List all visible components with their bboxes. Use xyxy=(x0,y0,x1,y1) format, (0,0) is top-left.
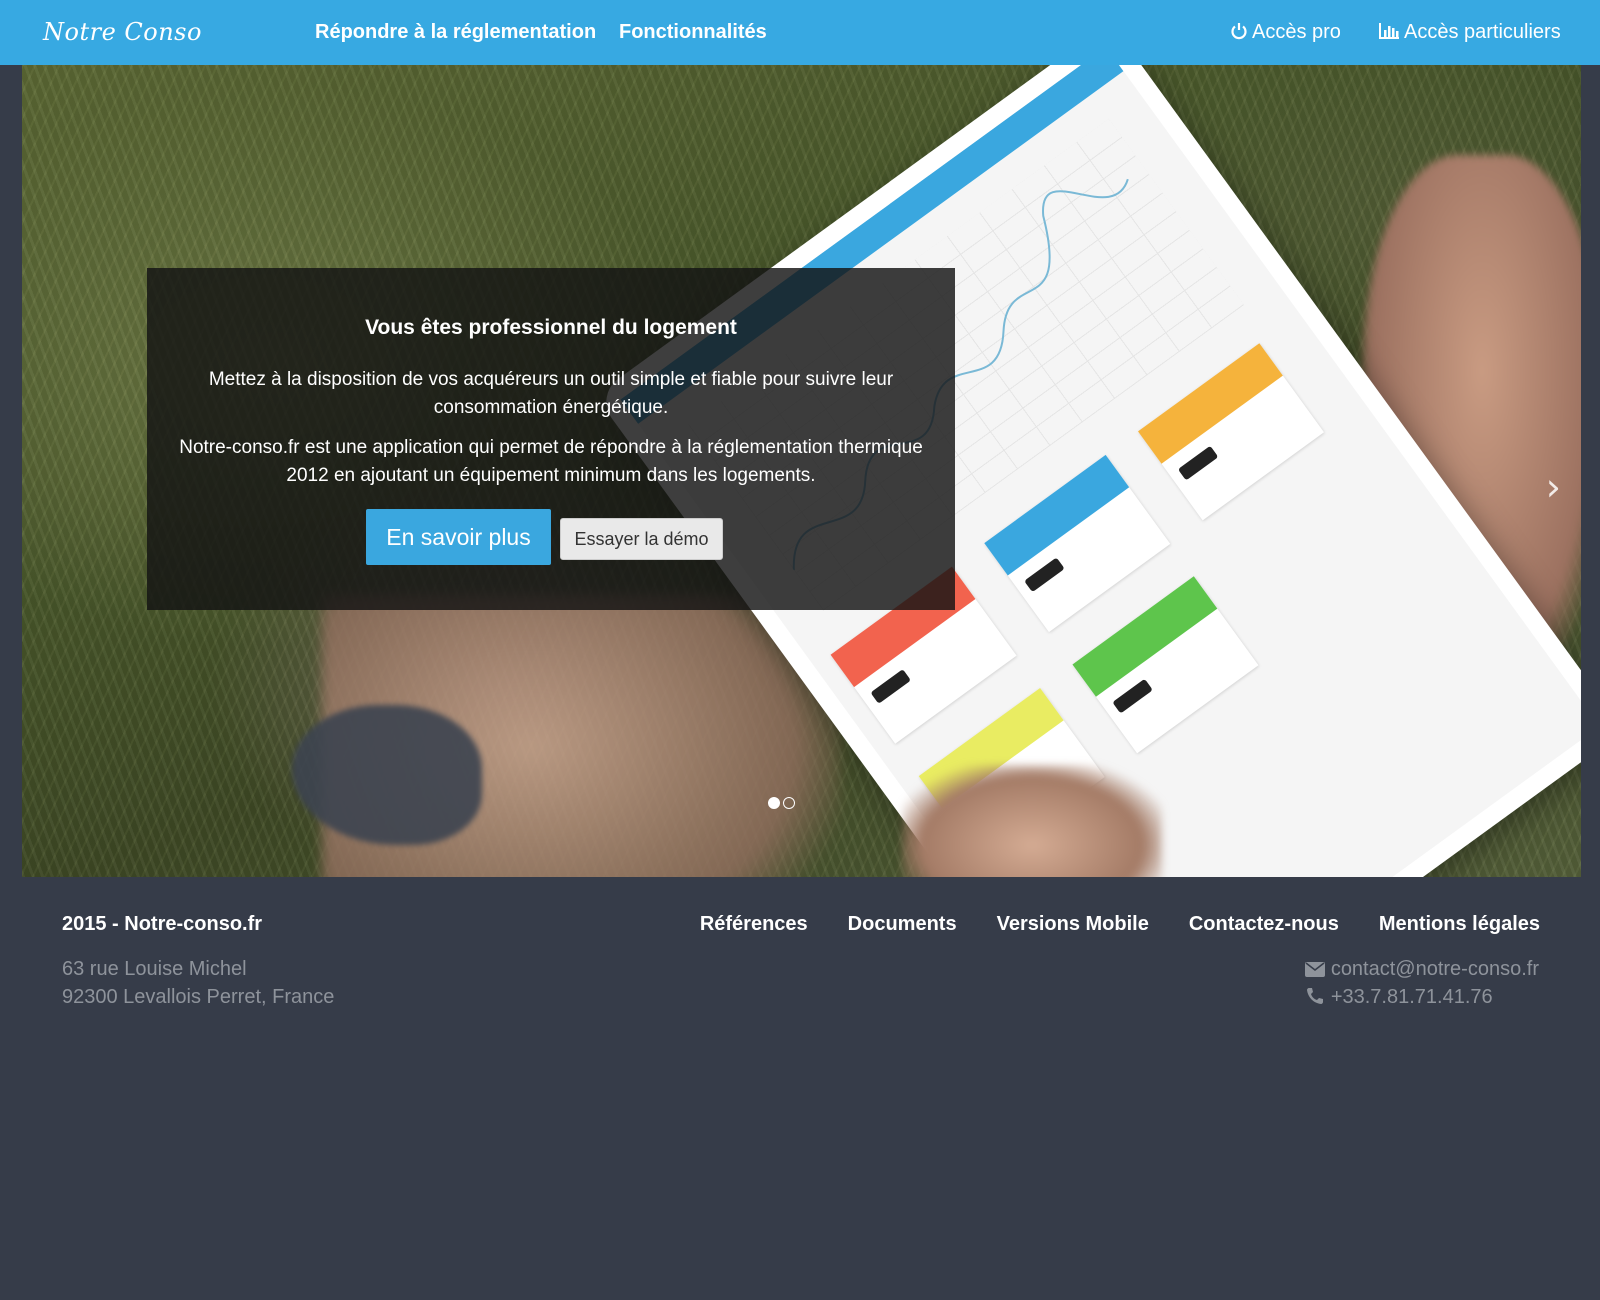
try-demo-button[interactable]: Essayer la démo xyxy=(560,518,723,560)
carousel-indicator-1[interactable] xyxy=(768,797,780,809)
carousel-indicators xyxy=(768,797,795,809)
learn-more-button[interactable]: En savoir plus xyxy=(366,509,551,565)
power-icon xyxy=(1231,23,1247,40)
footer-copyright: 2015 - Notre-conso.fr xyxy=(62,913,263,935)
nav-link-reglementation[interactable]: Répondre à la réglementation xyxy=(315,21,596,44)
bar-chart-icon xyxy=(1379,23,1399,39)
navbar: Notre Conso Répondre à la réglementation… xyxy=(0,0,1600,65)
envelope-icon xyxy=(1304,962,1325,977)
address-line-1: 63 rue Louise Michel xyxy=(62,958,247,980)
footer-link-references[interactable]: Références xyxy=(700,913,808,936)
nav-link-acces-particuliers[interactable]: Accès particuliers xyxy=(1378,21,1561,44)
footer-link-versions-mobile[interactable]: Versions Mobile xyxy=(997,913,1149,936)
carousel-next-icon[interactable]: › xyxy=(1546,465,1561,509)
hero-caption: Vous êtes professionnel du logement Mett… xyxy=(147,268,955,610)
footer-link-mentions-legales[interactable]: Mentions légales xyxy=(1379,913,1540,936)
footer-link-documents[interactable]: Documents xyxy=(848,913,957,936)
tablet-tile-eclairage xyxy=(1072,576,1259,754)
phone-icon xyxy=(1306,988,1323,1004)
carousel-indicator-2[interactable] xyxy=(783,797,795,809)
hero-paragraph-1: Mettez à la disposition de vos acquéreur… xyxy=(208,369,894,418)
footer-email[interactable]: contact@notre-conso.fr xyxy=(1304,955,1539,983)
acces-pro-label: Accès pro xyxy=(1252,21,1341,43)
footer-contact: contact@notre-conso.fr +33.7.81.71.41.76 xyxy=(1304,955,1539,1011)
acces-particuliers-label: Accès particuliers xyxy=(1404,21,1561,43)
brand-logo[interactable]: Notre Conso xyxy=(43,18,202,46)
footer-nav: Références Documents Versions Mobile Con… xyxy=(700,913,1540,936)
hero-paragraph-2: Notre-conso.fr est une application qui p… xyxy=(179,437,923,486)
address-line-2: 92300 Levallois Perret, France xyxy=(62,986,335,1008)
footer-address: 63 rue Louise Michel 92300 Levallois Per… xyxy=(62,955,334,1011)
email-text: contact@notre-conso.fr xyxy=(1330,958,1539,980)
tablet-tile-rafraichissement xyxy=(984,454,1171,633)
nav-link-fonctionnalites[interactable]: Fonctionnalités xyxy=(619,21,767,44)
hero-title: Vous êtes professionnel du logement xyxy=(365,316,737,339)
nav-link-acces-pro[interactable]: Accès pro xyxy=(1230,21,1341,44)
footer-phone[interactable]: +33.7.81.71.41.76 xyxy=(1305,983,1539,1011)
photo-hand-bottom xyxy=(902,765,1162,877)
footer-link-contact[interactable]: Contactez-nous xyxy=(1189,913,1339,936)
hero-carousel[interactable]: Vous êtes professionnel du logement Mett… xyxy=(22,65,1581,877)
tablet-tile-eau-chaude xyxy=(1138,343,1325,521)
phone-text: +33.7.81.71.41.76 xyxy=(1330,986,1493,1008)
